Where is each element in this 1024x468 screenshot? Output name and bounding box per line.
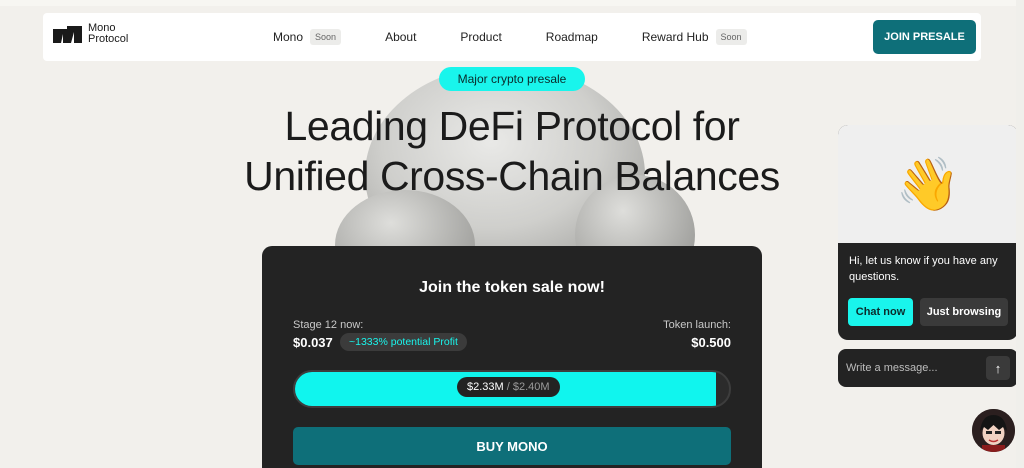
nav-item-label: Mono [273, 30, 304, 44]
headline-line-1: Leading DeFi Protocol for [284, 103, 740, 149]
avatar-icon [972, 409, 1015, 452]
launch-label: Token launch: [663, 319, 731, 331]
chat-message: Hi, let us know if you have any question… [849, 255, 998, 283]
amount-separator: / [503, 381, 513, 393]
goal-amount: $2.40M [512, 381, 550, 393]
top-strip [0, 0, 1024, 6]
buy-mono-button[interactable]: BUY MONO [293, 427, 731, 465]
chat-now-button[interactable]: Chat now [848, 298, 913, 326]
chat-widget: 👋 Hi, let us know if you have any questi… [838, 125, 1018, 340]
message-input[interactable] [846, 359, 976, 377]
nav-item-mono[interactable]: Mono Soon [273, 29, 342, 45]
nav-item-label: Roadmap [545, 30, 598, 44]
nav-item-label: Reward Hub [641, 30, 709, 44]
hero-headline: Leading DeFi Protocol for Unified Cross-… [180, 101, 844, 201]
logo-line-2: Protocol [88, 33, 129, 45]
headline-line-2: Unified Cross-Chain Balances [244, 153, 780, 199]
presale-pill: Major crypto presale [439, 67, 585, 91]
sale-title: Join the token sale now! [419, 279, 605, 296]
chat-avatar[interactable] [970, 407, 1017, 454]
nav-links: Mono Soon About Product Roadmap Reward H… [273, 13, 791, 61]
soon-badge: Soon [715, 29, 747, 45]
stage-price: $0.037 [293, 335, 333, 350]
launch-price: $0.500 [691, 335, 731, 350]
nav-item-label: Product [460, 30, 502, 44]
logo-text: Mono Protocol [88, 23, 138, 45]
logo[interactable]: Mono Protocol [53, 23, 138, 45]
message-box: ↑ [838, 349, 1018, 387]
navbar: Mono Protocol Mono Soon About Product Ro… [43, 13, 981, 61]
nav-item-roadmap[interactable]: Roadmap [546, 30, 598, 44]
just-browsing-button[interactable]: Just browsing [920, 298, 1008, 326]
page-scrollbar[interactable] [1016, 0, 1024, 468]
nav-item-label: About [385, 30, 417, 44]
mono-logo-icon [53, 26, 82, 43]
nav-item-reward-hub[interactable]: Reward Hub Soon [642, 29, 747, 45]
progress-amount: $2.33M / $2.40M [457, 377, 560, 397]
arrow-up-icon: ↑ [994, 360, 1002, 376]
soon-badge: Soon [310, 29, 342, 45]
send-button[interactable]: ↑ [986, 356, 1010, 380]
raised-amount: $2.33M [467, 381, 504, 393]
nav-item-about[interactable]: About [385, 30, 416, 44]
nav-item-product[interactable]: Product [460, 30, 501, 44]
stage-label: Stage 12 now: [293, 319, 364, 331]
profit-badge: ~1333% potential Profit [340, 333, 467, 351]
token-sale-card: Join the token sale now! Stage 12 now: $… [262, 246, 762, 468]
join-presale-button[interactable]: JOIN PRESALE [873, 20, 976, 54]
chat-greeting-area: 👋 [838, 125, 1018, 243]
waving-hand-icon: 👋 [895, 155, 961, 214]
